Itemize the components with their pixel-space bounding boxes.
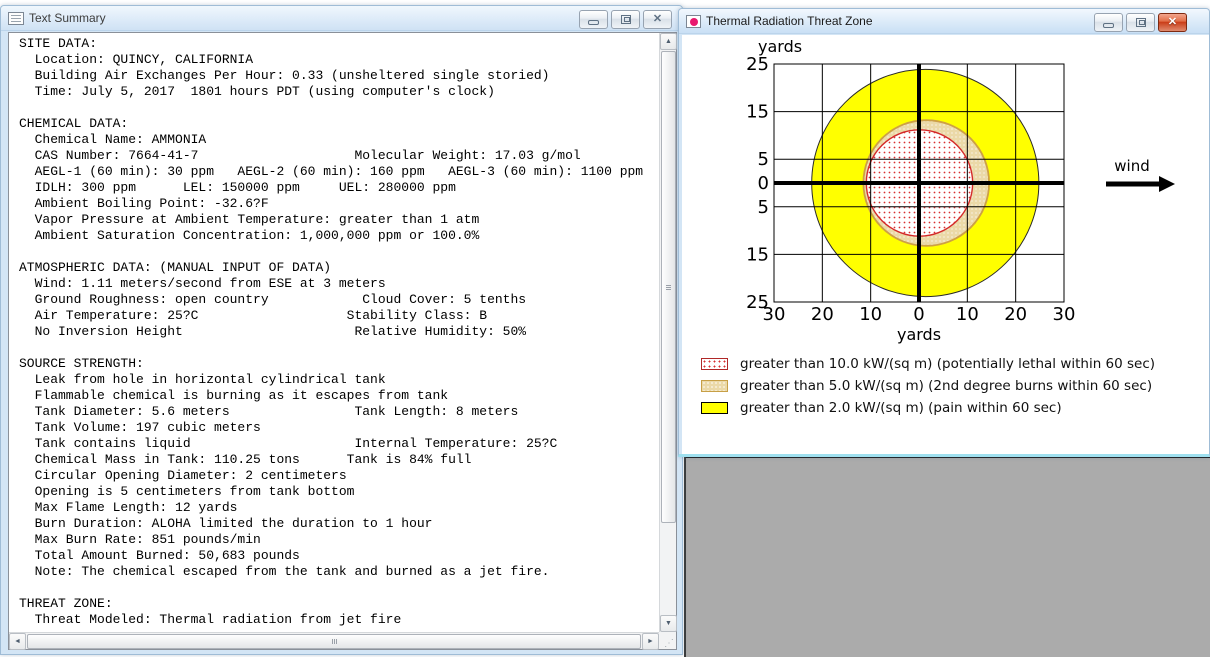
- maximize-button[interactable]: [611, 10, 640, 29]
- scroll-right-icon: ►: [647, 638, 654, 645]
- scroll-left-button[interactable]: ◄: [9, 633, 26, 650]
- tan-dots-swatch-icon: [701, 380, 728, 392]
- minimize-button[interactable]: [579, 10, 608, 29]
- legend-item: greater than 5.0 kW/(sq m) (2nd degree b…: [701, 375, 1155, 397]
- maximize-icon: [620, 15, 631, 24]
- wind-label: wind: [1114, 157, 1149, 175]
- x-tick-label: 20: [1004, 304, 1027, 325]
- text-summary-content[interactable]: SITE DATA: Location: QUINCY, CALIFORNIA …: [9, 33, 659, 632]
- text-summary-title: Text Summary: [29, 11, 106, 25]
- text-summary-content-box: SITE DATA: Location: QUINCY, CALIFORNIA …: [8, 32, 677, 650]
- text-summary-window: Text Summary ✕ SITE DATA: Location: QUIN…: [0, 5, 683, 655]
- close-button[interactable]: ✕: [1158, 13, 1187, 32]
- legend-label: greater than 5.0 kW/(sq m) (2nd degree b…: [740, 378, 1153, 394]
- desktop-background: [684, 456, 1210, 657]
- x-tick-label: 30: [1053, 304, 1076, 325]
- x-tick-label: 30: [763, 304, 786, 325]
- x-tick-label: 10: [956, 304, 979, 325]
- threat-zone-window: Thermal Radiation Threat Zone ✕ 25 15 5 0 5 1…: [678, 8, 1210, 457]
- text-summary-window-controls: ✕: [579, 10, 672, 29]
- legend-label: greater than 2.0 kW/(sq m) (pain within …: [740, 400, 1062, 416]
- y-tick-label: 5: [758, 197, 769, 218]
- threat-zone-content: 25 15 5 0 5 15 25 30 20 10 0 10 20 30 yards yards wind g…: [682, 35, 1209, 454]
- red-dots-swatch-icon: [701, 358, 728, 370]
- threat-zone-title: Thermal Radiation Threat Zone: [706, 14, 873, 28]
- close-button[interactable]: ✕: [643, 10, 672, 29]
- wind-arrow-head: [1159, 176, 1175, 192]
- text-summary-icon: [8, 11, 24, 25]
- legend-item: greater than 10.0 kW/(sq m) (potentially…: [701, 353, 1155, 375]
- scroll-right-button[interactable]: ►: [642, 633, 659, 650]
- horizontal-scrollbar-thumb[interactable]: [27, 634, 641, 649]
- y-tick-label: 25: [746, 54, 769, 75]
- maximize-icon: [1135, 18, 1146, 27]
- x-tick-label: 20: [811, 304, 834, 325]
- threat-zone-legend: greater than 10.0 kW/(sq m) (potentially…: [701, 353, 1155, 419]
- threat-zone-titlebar[interactable]: Thermal Radiation Threat Zone ✕: [679, 9, 1209, 34]
- minimize-icon: [1103, 23, 1114, 28]
- minimize-button[interactable]: [1094, 13, 1123, 32]
- legend-label: greater than 10.0 kW/(sq m) (potentially…: [740, 356, 1156, 372]
- text-summary-titlebar[interactable]: Text Summary ✕: [1, 6, 682, 31]
- vertical-scrollbar-thumb[interactable]: [661, 51, 676, 523]
- y-axis-label: yards: [758, 37, 802, 56]
- maximize-button[interactable]: [1126, 13, 1155, 32]
- horizontal-scrollbar[interactable]: ◄ ►: [9, 632, 659, 650]
- threat-zone-window-controls: ✕: [1094, 13, 1187, 32]
- vertical-scrollbar[interactable]: ▲ ▼: [659, 33, 677, 632]
- close-icon: ✕: [652, 13, 663, 25]
- y-tick-label: 15: [746, 102, 769, 123]
- y-tick-label: 0: [758, 173, 769, 194]
- threat-zone-plot: 2515505152530 20 10 0 10 20 30yardsyardswind: [746, 37, 1175, 344]
- y-tick-label: 5: [758, 149, 769, 170]
- close-icon: ✕: [1167, 16, 1178, 28]
- scroll-up-icon: ▲: [665, 38, 672, 45]
- scrollbar-corner-grip[interactable]: [659, 632, 676, 649]
- x-tick-label: 0: [913, 304, 924, 325]
- y-tick-label: 15: [746, 244, 769, 265]
- yellow-solid-swatch-icon: [701, 402, 728, 414]
- x-axis-label: yards: [897, 325, 941, 344]
- legend-item: greater than 2.0 kW/(sq m) (pain within …: [701, 397, 1155, 419]
- scroll-down-icon: ▼: [665, 620, 672, 627]
- minimize-icon: [588, 20, 599, 25]
- scroll-down-button[interactable]: ▼: [660, 615, 677, 632]
- summary-text: SITE DATA: Location: QUINCY, CALIFORNIA …: [19, 36, 644, 627]
- threat-zone-icon: [686, 14, 701, 28]
- x-tick-label: 10: [859, 304, 882, 325]
- scroll-left-icon: ◄: [14, 638, 21, 645]
- scroll-up-button[interactable]: ▲: [660, 33, 677, 50]
